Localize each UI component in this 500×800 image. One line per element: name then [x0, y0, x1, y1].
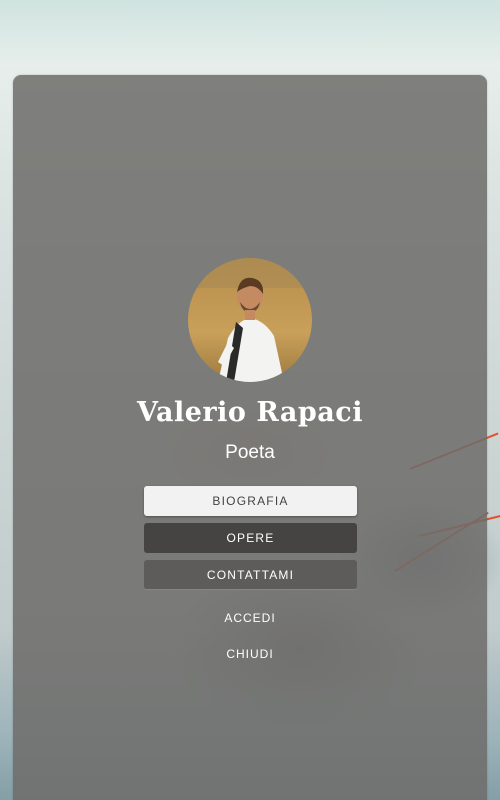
profile-name: Valerio Rapaci [137, 397, 363, 428]
close-link[interactable]: CHIUDI [0, 647, 500, 661]
profile-role: Poeta [225, 442, 275, 463]
biography-button[interactable]: BIOGRAFIA [144, 486, 357, 516]
login-link[interactable]: ACCEDI [0, 611, 500, 625]
profile-panel [13, 75, 487, 800]
avatar-photo-icon [188, 258, 312, 382]
contact-button[interactable]: CONTATTAMI [144, 560, 357, 590]
works-button[interactable]: OPERE [144, 523, 357, 553]
avatar [188, 258, 312, 382]
